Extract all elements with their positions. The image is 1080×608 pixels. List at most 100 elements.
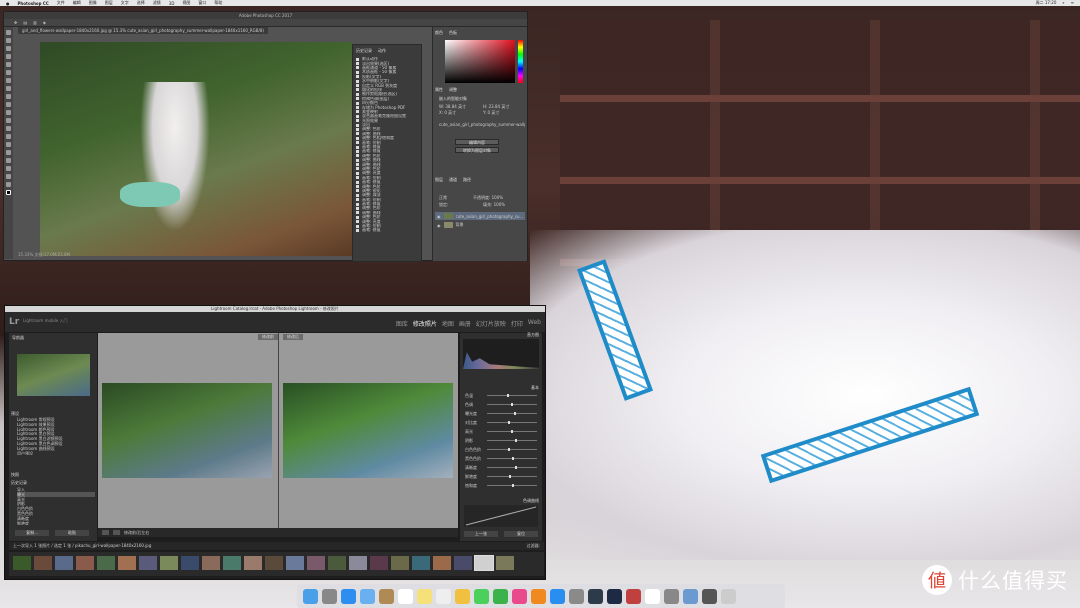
checkbox-icon[interactable] xyxy=(356,176,359,180)
search-icon[interactable]: ⌕ xyxy=(1062,0,1064,6)
filmstrip-thumbnail[interactable] xyxy=(118,556,136,570)
zoom-tool-icon[interactable] xyxy=(6,182,11,187)
tone-curve-header[interactable]: 色调曲线 xyxy=(523,498,539,504)
checkbox-icon[interactable] xyxy=(356,189,359,193)
history-item[interactable]: 画笔: 修复 xyxy=(356,228,418,232)
eye-icon[interactable]: ◉ xyxy=(437,223,441,228)
checkbox-icon[interactable] xyxy=(356,167,359,171)
type-tool-icon[interactable] xyxy=(6,150,11,155)
module-library[interactable]: 图库 xyxy=(396,319,408,328)
document-tab[interactable]: girl_and_flowers-wallpaper-1840x2160.jpg… xyxy=(18,27,268,34)
menu-item[interactable]: 文字 xyxy=(121,0,129,6)
slider-knob[interactable] xyxy=(515,466,517,469)
checkbox-icon[interactable] xyxy=(356,198,359,202)
previous-button[interactable]: 上一张 xyxy=(464,531,498,537)
navigator-header[interactable]: 导航器 xyxy=(9,333,97,343)
filmstrip-thumbnail[interactable] xyxy=(349,556,367,570)
x-field[interactable]: X: 0 英寸 xyxy=(439,110,456,116)
tab-swatches[interactable]: 色板 xyxy=(449,30,457,36)
move-tool-icon[interactable] xyxy=(6,30,11,35)
filmstrip-thumbnail[interactable] xyxy=(223,556,241,570)
opacity-field[interactable]: 不透明度: 100% xyxy=(473,195,503,201)
filmstrip-thumbnail[interactable] xyxy=(139,556,157,570)
slider-knob[interactable] xyxy=(511,457,514,460)
slider[interactable]: 黑色色阶 xyxy=(465,456,537,461)
tab-paths[interactable]: 路径 xyxy=(463,177,471,183)
filmstrip-thumbnail[interactable] xyxy=(412,556,430,570)
finder-icon[interactable] xyxy=(303,588,318,604)
checkbox-icon[interactable] xyxy=(356,123,359,127)
slider-knob[interactable] xyxy=(508,448,510,451)
fill-field[interactable]: 填充: 100% xyxy=(483,202,505,208)
dodge-icon[interactable] xyxy=(6,134,11,139)
checkbox-icon[interactable] xyxy=(356,88,359,92)
slider-track[interactable] xyxy=(487,457,537,460)
checkbox-icon[interactable] xyxy=(356,220,359,224)
blur-icon[interactable] xyxy=(6,126,11,131)
hand-tool-icon[interactable] xyxy=(6,174,11,179)
shape-tool-icon[interactable] xyxy=(6,166,11,171)
mobile-intro-link[interactable]: Lightroom mobile 入门 xyxy=(23,318,67,324)
filmstrip-thumbnail[interactable] xyxy=(391,556,409,570)
color-picker-field[interactable] xyxy=(445,40,515,83)
tab-channels[interactable]: 通道 xyxy=(449,177,457,183)
reminders-icon[interactable] xyxy=(436,588,451,604)
hue-slider[interactable] xyxy=(518,40,523,83)
filmstrip-thumbnail[interactable] xyxy=(474,555,494,571)
move-tool-icon[interactable]: ✥ xyxy=(14,20,17,25)
slider[interactable]: 色调 xyxy=(465,402,537,407)
messages-icon[interactable] xyxy=(474,588,489,604)
tab-layers[interactable]: 图层 xyxy=(435,177,443,183)
tone-curve[interactable] xyxy=(464,505,538,527)
appstore-icon[interactable] xyxy=(550,588,565,604)
app-icon[interactable] xyxy=(645,588,660,604)
brush-tool-icon[interactable] xyxy=(6,86,11,91)
checkbox-icon[interactable] xyxy=(356,211,359,215)
menu-item[interactable]: 窗口 xyxy=(198,0,206,6)
blend-mode-select[interactable]: 正常 xyxy=(439,195,447,201)
checkbox-icon[interactable] xyxy=(356,127,359,131)
pen-tool-icon[interactable] xyxy=(6,142,11,147)
menu-item[interactable]: 选择 xyxy=(137,0,145,6)
checkbox-icon[interactable] xyxy=(356,114,359,118)
filmstrip-thumbnail[interactable] xyxy=(202,556,220,570)
slider-knob[interactable] xyxy=(507,394,509,397)
slider[interactable]: 阴影 xyxy=(465,438,537,443)
checkbox-icon[interactable] xyxy=(356,70,359,74)
photos-icon[interactable] xyxy=(455,588,470,604)
ibooks-icon[interactable] xyxy=(531,588,546,604)
module-web[interactable]: Web xyxy=(528,319,541,328)
after-photo[interactable] xyxy=(283,383,453,478)
navigator-preview[interactable] xyxy=(17,354,90,396)
module-print[interactable]: 打印 xyxy=(511,319,523,328)
tab-adjustments[interactable]: 调整 xyxy=(449,87,457,93)
foreground-color-swatch[interactable] xyxy=(6,190,11,195)
healing-brush-icon[interactable] xyxy=(6,78,11,83)
slider-track[interactable] xyxy=(487,484,537,487)
marquee-tool-icon[interactable] xyxy=(6,38,11,43)
menu-list-icon[interactable]: ≡ xyxy=(1071,0,1074,6)
menu-item[interactable]: 3D xyxy=(169,1,175,6)
app-icon[interactable] xyxy=(683,588,698,604)
menu-item[interactable]: 图层 xyxy=(105,0,113,6)
filmstrip-thumbnail[interactable] xyxy=(181,556,199,570)
checkbox-icon[interactable] xyxy=(356,105,359,109)
path-select-icon[interactable] xyxy=(6,158,11,163)
crop-tool-icon[interactable] xyxy=(6,62,11,67)
history-brush-icon[interactable] xyxy=(6,102,11,107)
zoom-readout[interactable]: 15.33% xyxy=(18,252,33,257)
eye-icon[interactable]: ◉ xyxy=(437,214,441,219)
checkbox-icon[interactable] xyxy=(356,180,359,184)
loupe-view-icon[interactable] xyxy=(102,530,109,535)
paste-button[interactable]: 粘贴 xyxy=(55,530,89,536)
compare-view-icon[interactable] xyxy=(113,530,120,535)
filmstrip-thumbnail[interactable] xyxy=(433,556,451,570)
slider-track[interactable] xyxy=(487,439,537,442)
menu-app-name[interactable]: Photoshop CC xyxy=(18,1,49,6)
slider-track[interactable] xyxy=(487,394,537,397)
module-develop[interactable]: 修改照片 xyxy=(413,319,437,328)
slider-knob[interactable] xyxy=(508,475,511,478)
itunes-icon[interactable] xyxy=(512,588,527,604)
slider[interactable]: 对比度 xyxy=(465,420,537,425)
edit-contents-button[interactable]: 编辑内容 xyxy=(455,139,499,145)
